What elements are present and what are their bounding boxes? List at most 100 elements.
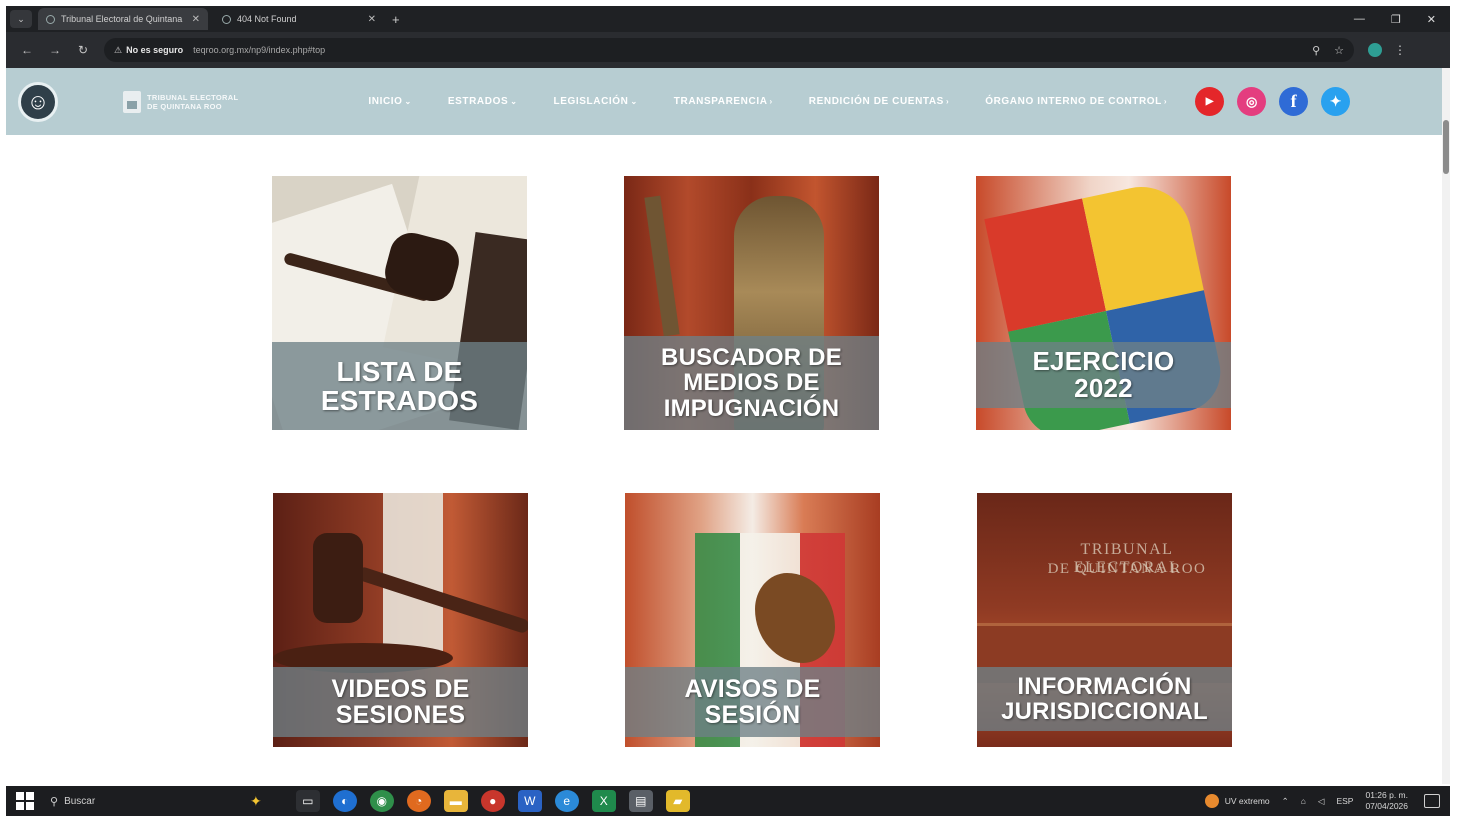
chevron-down-icon: ⌄	[510, 97, 518, 106]
language-indicator[interactable]: ESP	[1336, 796, 1353, 806]
file-explorer-icon[interactable]: ▬	[443, 790, 468, 812]
nav-item-rendicion-de-cuentas[interactable]: RENDICIÓN DE CUENTAS ›	[809, 96, 949, 107]
nav-item-transparencia[interactable]: TRANSPARENCIA ›	[674, 96, 773, 107]
os-taskbar: ⚲ Buscar ✦ ▭ ◐ ◉ ◔ ▬ ● W e X ▤ ▰ UV extr…	[6, 786, 1450, 816]
tile-label: VIDEOS DE SESIONES	[331, 674, 470, 729]
back-icon[interactable]: ←	[20, 43, 34, 57]
clock-date: 07/04/2026	[1365, 801, 1408, 811]
nav-item-organo-interno-de-control[interactable]: ÓRGANO INTERNO DE CONTROL ›	[985, 96, 1167, 107]
address-bar-row: ← → ↻ ⚠ No es seguro teqroo.org.mx/np9/i…	[6, 32, 1450, 68]
taskbar-search[interactable]: ⚲ Buscar	[50, 795, 200, 808]
close-tab-icon[interactable]: ✕	[192, 14, 200, 25]
gavel-head	[313, 533, 363, 623]
main-nav: INICIO ⌄ ESTRADOS ⌄ LEGISLACIÓN ⌄ TRANSPARE…	[368, 96, 1203, 107]
browser-tab-strip: ⌄ Tribunal Electoral de Quintana ✕ 404 N…	[6, 6, 1450, 32]
globe-icon	[222, 14, 231, 24]
tray-chevron-up-icon[interactable]: ⌃	[1282, 796, 1289, 807]
tile-label: EJERCICIO 2022	[1032, 345, 1175, 403]
tile-label-band: LISTA DE ESTRADOS	[272, 342, 527, 430]
nav-item-legislacion[interactable]: LEGISLACIÓN ⌄	[554, 96, 638, 107]
accessibility-icon[interactable]: ☺	[18, 81, 58, 122]
tile-informacion-jurisdiccional[interactable]: TRIBUNAL ELECTORAL DE QUINTANA ROO INFOR…	[977, 493, 1232, 747]
security-label: No es seguro	[126, 45, 184, 55]
browser-tab-active[interactable]: Tribunal Electoral de Quintana ✕	[38, 8, 208, 30]
profile-avatar[interactable]	[1368, 43, 1382, 57]
tile-photo-flag	[383, 493, 443, 653]
warning-icon: ⚠	[114, 44, 123, 55]
restore-icon[interactable]: ❐	[1391, 13, 1401, 26]
zoom-icon[interactable]: ⚲	[1312, 44, 1320, 57]
task-view-icon[interactable]: ▭	[295, 790, 320, 812]
twitter-icon[interactable]: ✦	[1321, 87, 1351, 116]
sun-icon	[1204, 794, 1219, 808]
minimize-icon[interactable]: —	[1354, 13, 1365, 26]
page-scrollbar-track[interactable]	[1442, 68, 1450, 784]
site-logo[interactable]: TRIBUNAL ELECTORAL DE QUINTANA ROO	[123, 90, 238, 113]
chrome-icon[interactable]: ◉	[369, 790, 394, 812]
tile-label-band: AVISOS DE SESIÓN	[625, 667, 880, 737]
social-links: ▶ ◎ f ✦	[1195, 87, 1351, 116]
weather-widget[interactable]: UV extremo	[1204, 794, 1270, 808]
tile-videos-de-sesiones[interactable]: VIDEOS DE SESIONES	[273, 493, 528, 747]
sticky-notes-icon[interactable]: ▰	[665, 790, 690, 812]
chevron-right-icon: ›	[769, 97, 773, 106]
chevron-right-icon: ›	[1163, 97, 1168, 106]
close-tab-icon[interactable]: ✕	[368, 14, 376, 25]
tile-label-band: VIDEOS DE SESIONES	[273, 667, 528, 737]
reload-icon[interactable]: ↻	[76, 43, 90, 57]
chevron-down-icon: ⌄	[630, 97, 638, 106]
edge-browser-icon[interactable]: e	[554, 790, 579, 812]
tile-label-band: EJERCICIO 2022	[976, 342, 1231, 408]
url-text: teqroo.org.mx/np9/index.php#top	[193, 45, 326, 55]
facebook-icon[interactable]: f	[1279, 87, 1309, 116]
close-window-icon[interactable]: ✕	[1427, 13, 1436, 26]
notifications-icon[interactable]	[1424, 794, 1440, 808]
tab-title: Tribunal Electoral de Quintana	[61, 14, 183, 24]
printer-icon[interactable]: ▤	[628, 790, 653, 812]
tile-label: LISTA DE ESTRADOS	[320, 355, 479, 416]
copilot-icon[interactable]: ✦	[250, 793, 262, 810]
forward-icon[interactable]: →	[48, 43, 62, 57]
window-controls: — ❐ ✕	[1354, 13, 1436, 26]
tab-title: 404 Not Found	[237, 14, 297, 24]
excel-icon[interactable]: X	[591, 790, 616, 812]
menu-kebab-icon[interactable]: ⋮	[1394, 43, 1406, 57]
edge-icon[interactable]: ◐	[332, 790, 357, 812]
tile-photo-sign-text: DE QUINTANA ROO	[1047, 561, 1207, 577]
page-scrollbar-thumb[interactable]	[1443, 120, 1449, 174]
tile-label: AVISOS DE SESIÓN	[684, 674, 821, 729]
tile-ejercicio-2022[interactable]: EJERCICIO 2022	[976, 176, 1231, 430]
logo-text: TRIBUNAL ELECTORAL DE QUINTANA ROO	[147, 93, 238, 111]
logo-line-1: TRIBUNAL ELECTORAL	[147, 92, 239, 102]
bookmark-star-icon[interactable]: ☆	[1334, 44, 1344, 57]
search-icon: ⚲	[50, 795, 59, 808]
new-tab-icon[interactable]: +	[392, 12, 400, 27]
word-icon[interactable]: W	[517, 790, 542, 812]
site-header: ☺ TRIBUNAL ELECTORAL DE QUINTANA ROO INI…	[6, 68, 1442, 135]
url-field[interactable]: ⚠ No es seguro teqroo.org.mx/np9/index.p…	[104, 38, 1354, 62]
windows-start-icon[interactable]	[16, 792, 34, 810]
tab-search-icon[interactable]: ⌄	[10, 10, 32, 28]
chevron-down-icon: ⌄	[404, 97, 412, 106]
tile-avisos-de-sesion[interactable]: AVISOS DE SESIÓN	[625, 493, 880, 747]
nav-item-estrados[interactable]: ESTRADOS ⌄	[448, 96, 518, 107]
screen: ⌄ Tribunal Electoral de Quintana ✕ 404 N…	[0, 0, 1458, 816]
firefox-icon[interactable]: ◔	[406, 790, 431, 812]
nav-item-inicio[interactable]: INICIO ⌄	[368, 96, 411, 107]
instagram-icon[interactable]: ◎	[1237, 87, 1267, 116]
chevron-right-icon: ›	[945, 97, 950, 106]
volume-icon[interactable]: ◁	[1318, 796, 1325, 807]
network-icon[interactable]: ⌂	[1301, 796, 1306, 806]
youtube-icon[interactable]: ▶	[1195, 87, 1225, 116]
media-icon[interactable]: ●	[480, 790, 505, 812]
logo-emblem-icon	[123, 90, 141, 113]
globe-icon	[46, 14, 55, 24]
logo-line-2: DE QUINTANA ROO	[147, 101, 222, 111]
weather-text: UV extremo	[1224, 796, 1270, 806]
clock[interactable]: 01:26 p. m. 07/04/2026	[1365, 790, 1408, 812]
tile-label: INFORMACIÓN JURISDICCIONAL	[1001, 672, 1208, 725]
browser-tab[interactable]: 404 Not Found ✕	[214, 8, 384, 30]
tile-label: BUSCADOR DE MEDIOS DE IMPUGNACIÓN	[661, 344, 842, 422]
tile-buscador-de-medios[interactable]: BUSCADOR DE MEDIOS DE IMPUGNACIÓN	[624, 176, 879, 430]
tile-lista-de-estrados[interactable]: LISTA DE ESTRADOS	[272, 176, 527, 430]
